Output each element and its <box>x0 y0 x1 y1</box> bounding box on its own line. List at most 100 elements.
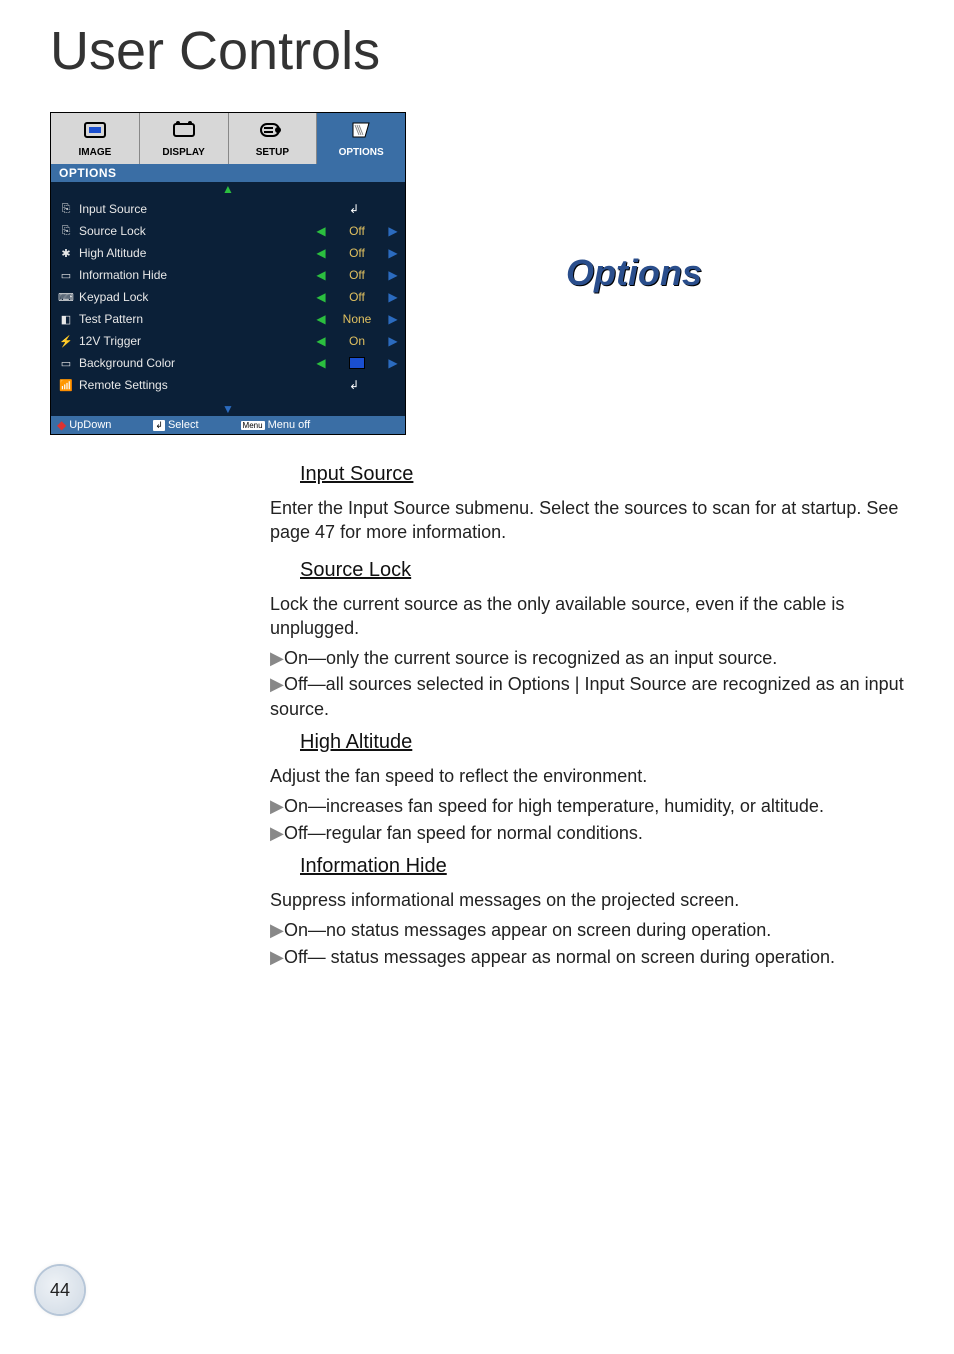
osd-item-source-lock[interactable]: ⎘ Source Lock ◀ Off ▶ <box>57 220 399 242</box>
tab-label: SETUP <box>256 147 289 158</box>
para: Enter the Input Source submenu. Select t… <box>270 496 930 545</box>
options-tab-icon <box>317 119 405 144</box>
tab-label: IMAGE <box>78 147 111 158</box>
chevron-right-icon: ▶ <box>387 356 399 370</box>
input-source-icon: ⎘ <box>57 203 75 216</box>
osd-item-value: On <box>327 334 387 348</box>
osd-tab-setup[interactable]: SETUP <box>229 113 318 164</box>
osd-item-information-hide[interactable]: ▭ Information Hide ◀ Off ▶ <box>57 264 399 286</box>
subhead-information-hide: Information Hide <box>270 853 447 880</box>
osd-item-value <box>327 357 387 369</box>
subhead-input-source: Input Source <box>270 461 413 488</box>
chevron-right-icon: ▶ <box>387 334 399 348</box>
bullet: ▶Off—regular fan speed for normal condit… <box>270 821 930 845</box>
chevron-left-icon: ◀ <box>315 312 327 326</box>
bullet-text: Off— status messages appear as normal on… <box>284 947 835 967</box>
chevron-left-icon: ◀ <box>315 268 327 282</box>
content-row: IMAGE DISPLAY SETUP OPTIONS OP <box>50 112 914 435</box>
osd-item-background-color[interactable]: ▭ Background Color ◀ ▶ <box>57 352 399 374</box>
osd-item-test-pattern[interactable]: ◧ Test Pattern ◀ None ▶ <box>57 308 399 330</box>
bullet: ▶Off—all sources selected in Options | I… <box>270 672 930 721</box>
osd-item-value: Off <box>327 268 387 282</box>
bullet-arrow-icon: ▶ <box>270 821 284 845</box>
osd-item-label: Test Pattern <box>79 312 315 326</box>
chevron-left-icon: ◀ <box>315 356 327 370</box>
display-tab-icon <box>140 119 228 144</box>
footer-updown-label: UpDown <box>69 419 111 431</box>
osd-item-value: Off <box>327 290 387 304</box>
bullet-text: On—only the current source is recognized… <box>284 648 777 668</box>
osd-item-value: Off <box>327 224 387 238</box>
osd-tab-image[interactable]: IMAGE <box>51 113 140 164</box>
osd-item-list: ⎘ Input Source ↲ ⎘ Source Lock ◀ Off ▶ ✱… <box>51 196 405 402</box>
bullet-text: Off—all sources selected in Options | In… <box>270 674 904 718</box>
osd-item-keypad-lock[interactable]: ⌨ Keypad Lock ◀ Off ▶ <box>57 286 399 308</box>
osd-header: OPTIONS <box>51 164 405 182</box>
osd-footer: ◆ UpDown ↲ Select Menu Menu off <box>51 416 405 434</box>
chevron-down-icon: ▼ <box>222 402 234 416</box>
keypad-lock-icon: ⌨ <box>57 291 75 304</box>
osd-item-remote-settings[interactable]: 📶 Remote Settings ↲ <box>57 374 399 396</box>
osd-item-value: None <box>327 312 387 326</box>
bullet: ▶On—only the current source is recognize… <box>270 646 930 670</box>
osd-scroll-up: ▲ <box>51 182 405 196</box>
osd-tab-options[interactable]: OPTIONS <box>317 113 405 164</box>
osd-item-label: 12V Trigger <box>79 334 315 348</box>
image-tab-icon <box>51 119 139 144</box>
enter-key-icon: ↲ <box>153 420 165 431</box>
para: Lock the current source as the only avai… <box>270 592 930 641</box>
footer-updown: ◆ UpDown <box>57 418 111 432</box>
bullet: ▶On—no status messages appear on screen … <box>270 918 930 942</box>
color-swatch <box>349 357 365 369</box>
footer-menuoff: Menu Menu off <box>241 419 311 431</box>
osd-item-label: Information Hide <box>79 268 315 282</box>
osd-item-label: Source Lock <box>79 224 315 238</box>
bullet-arrow-icon: ▶ <box>270 672 284 696</box>
osd-menu: IMAGE DISPLAY SETUP OPTIONS OP <box>50 112 406 435</box>
bullet-arrow-icon: ▶ <box>270 794 284 818</box>
background-color-icon: ▭ <box>57 357 75 370</box>
osd-tab-bar: IMAGE DISPLAY SETUP OPTIONS <box>51 113 405 164</box>
enter-icon: ↲ <box>349 202 359 216</box>
tab-label: DISPLAY <box>162 147 204 158</box>
osd-item-12v-trigger[interactable]: ⚡ 12V Trigger ◀ On ▶ <box>57 330 399 352</box>
bullet-text: On—increases fan speed for high temperat… <box>284 796 824 816</box>
menu-key-icon: Menu <box>241 421 265 430</box>
test-pattern-icon: ◧ <box>57 313 75 326</box>
bullet: ▶On—increases fan speed for high tempera… <box>270 794 930 818</box>
footer-select-label: Select <box>168 419 199 431</box>
subhead-high-altitude: High Altitude <box>270 729 412 756</box>
footer-menuoff-label: Menu off <box>268 419 311 431</box>
page-number-badge: 44 <box>36 1266 84 1314</box>
bullet-text: Off—regular fan speed for normal conditi… <box>284 823 643 843</box>
bullet-arrow-icon: ▶ <box>270 918 284 942</box>
chevron-left-icon: ◀ <box>315 224 327 238</box>
chevron-right-icon: ▶ <box>387 246 399 260</box>
osd-item-high-altitude[interactable]: ✱ High Altitude ◀ Off ▶ <box>57 242 399 264</box>
osd-item-label: Background Color <box>79 356 315 370</box>
remote-settings-icon: 📶 <box>57 379 75 392</box>
updown-icon: ◆ <box>57 418 66 432</box>
bullet-arrow-icon: ▶ <box>270 945 284 969</box>
source-lock-icon: ⎘ <box>57 225 75 238</box>
osd-item-value: Off <box>327 246 387 260</box>
page-number: 44 <box>50 1280 70 1301</box>
osd-item-input-source[interactable]: ⎘ Input Source ↲ <box>57 198 399 220</box>
chevron-right-icon: ▶ <box>387 290 399 304</box>
chevron-right-icon: ▶ <box>387 224 399 238</box>
chevron-left-icon: ◀ <box>315 290 327 304</box>
bullet-arrow-icon: ▶ <box>270 646 284 670</box>
page-title: User Controls <box>50 20 914 82</box>
chevron-left-icon: ◀ <box>315 246 327 260</box>
trigger-icon: ⚡ <box>57 335 75 348</box>
subhead-source-lock: Source Lock <box>270 557 411 584</box>
para: Suppress informational messages on the p… <box>270 888 930 912</box>
bullet-text: On—no status messages appear on screen d… <box>284 920 771 940</box>
body-text: Input Source Enter the Input Source subm… <box>270 455 930 969</box>
chevron-up-icon: ▲ <box>222 182 234 196</box>
section-heading: Options <box>566 252 702 294</box>
tab-label: OPTIONS <box>339 147 384 158</box>
bullet: ▶Off— status messages appear as normal o… <box>270 945 930 969</box>
osd-tab-display[interactable]: DISPLAY <box>140 113 229 164</box>
chevron-right-icon: ▶ <box>387 268 399 282</box>
